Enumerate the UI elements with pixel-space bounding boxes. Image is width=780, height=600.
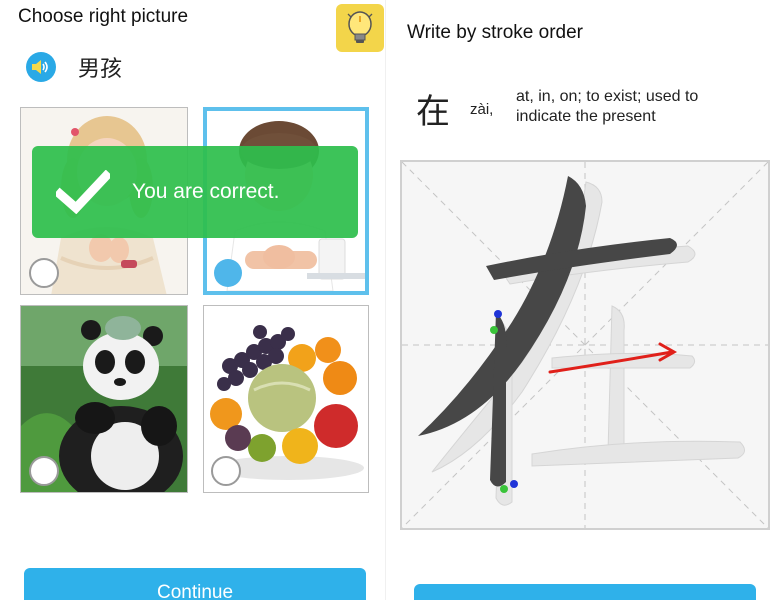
option-radio-fruit[interactable] — [211, 456, 241, 486]
feedback-banner: You are correct. — [32, 146, 358, 238]
stroke-guide — [401, 161, 769, 529]
character-display: 在 — [416, 92, 450, 132]
feedback-text: You are correct. — [132, 180, 280, 203]
meaning-text: at, in, on; to exist; used to indicate t… — [516, 88, 699, 125]
option-radio-girl[interactable] — [29, 258, 59, 288]
speaker-icon — [32, 60, 48, 74]
quiz-title: Choose right picture — [18, 6, 189, 27]
audio-row: 男孩 — [26, 50, 122, 84]
option-card-panda[interactable] — [20, 305, 188, 493]
option-radio-boy[interactable] — [214, 259, 242, 287]
audio-word: 男孩 — [78, 57, 123, 82]
play-audio-button[interactable] — [26, 52, 56, 82]
hint-button[interactable] — [336, 4, 384, 52]
writing-canvas[interactable] — [400, 160, 770, 530]
option-card-fruit[interactable] — [203, 305, 369, 493]
option-radio-panda[interactable] — [29, 456, 59, 486]
continue-button[interactable]: Continue — [24, 568, 366, 600]
lightbulb-icon — [347, 11, 373, 43]
stroke-title: Write by stroke order — [407, 22, 583, 43]
check-icon — [56, 170, 110, 214]
pinyin-text: zài, — [470, 101, 494, 118]
next-button[interactable] — [414, 584, 756, 600]
quiz-panel — [0, 0, 385, 600]
